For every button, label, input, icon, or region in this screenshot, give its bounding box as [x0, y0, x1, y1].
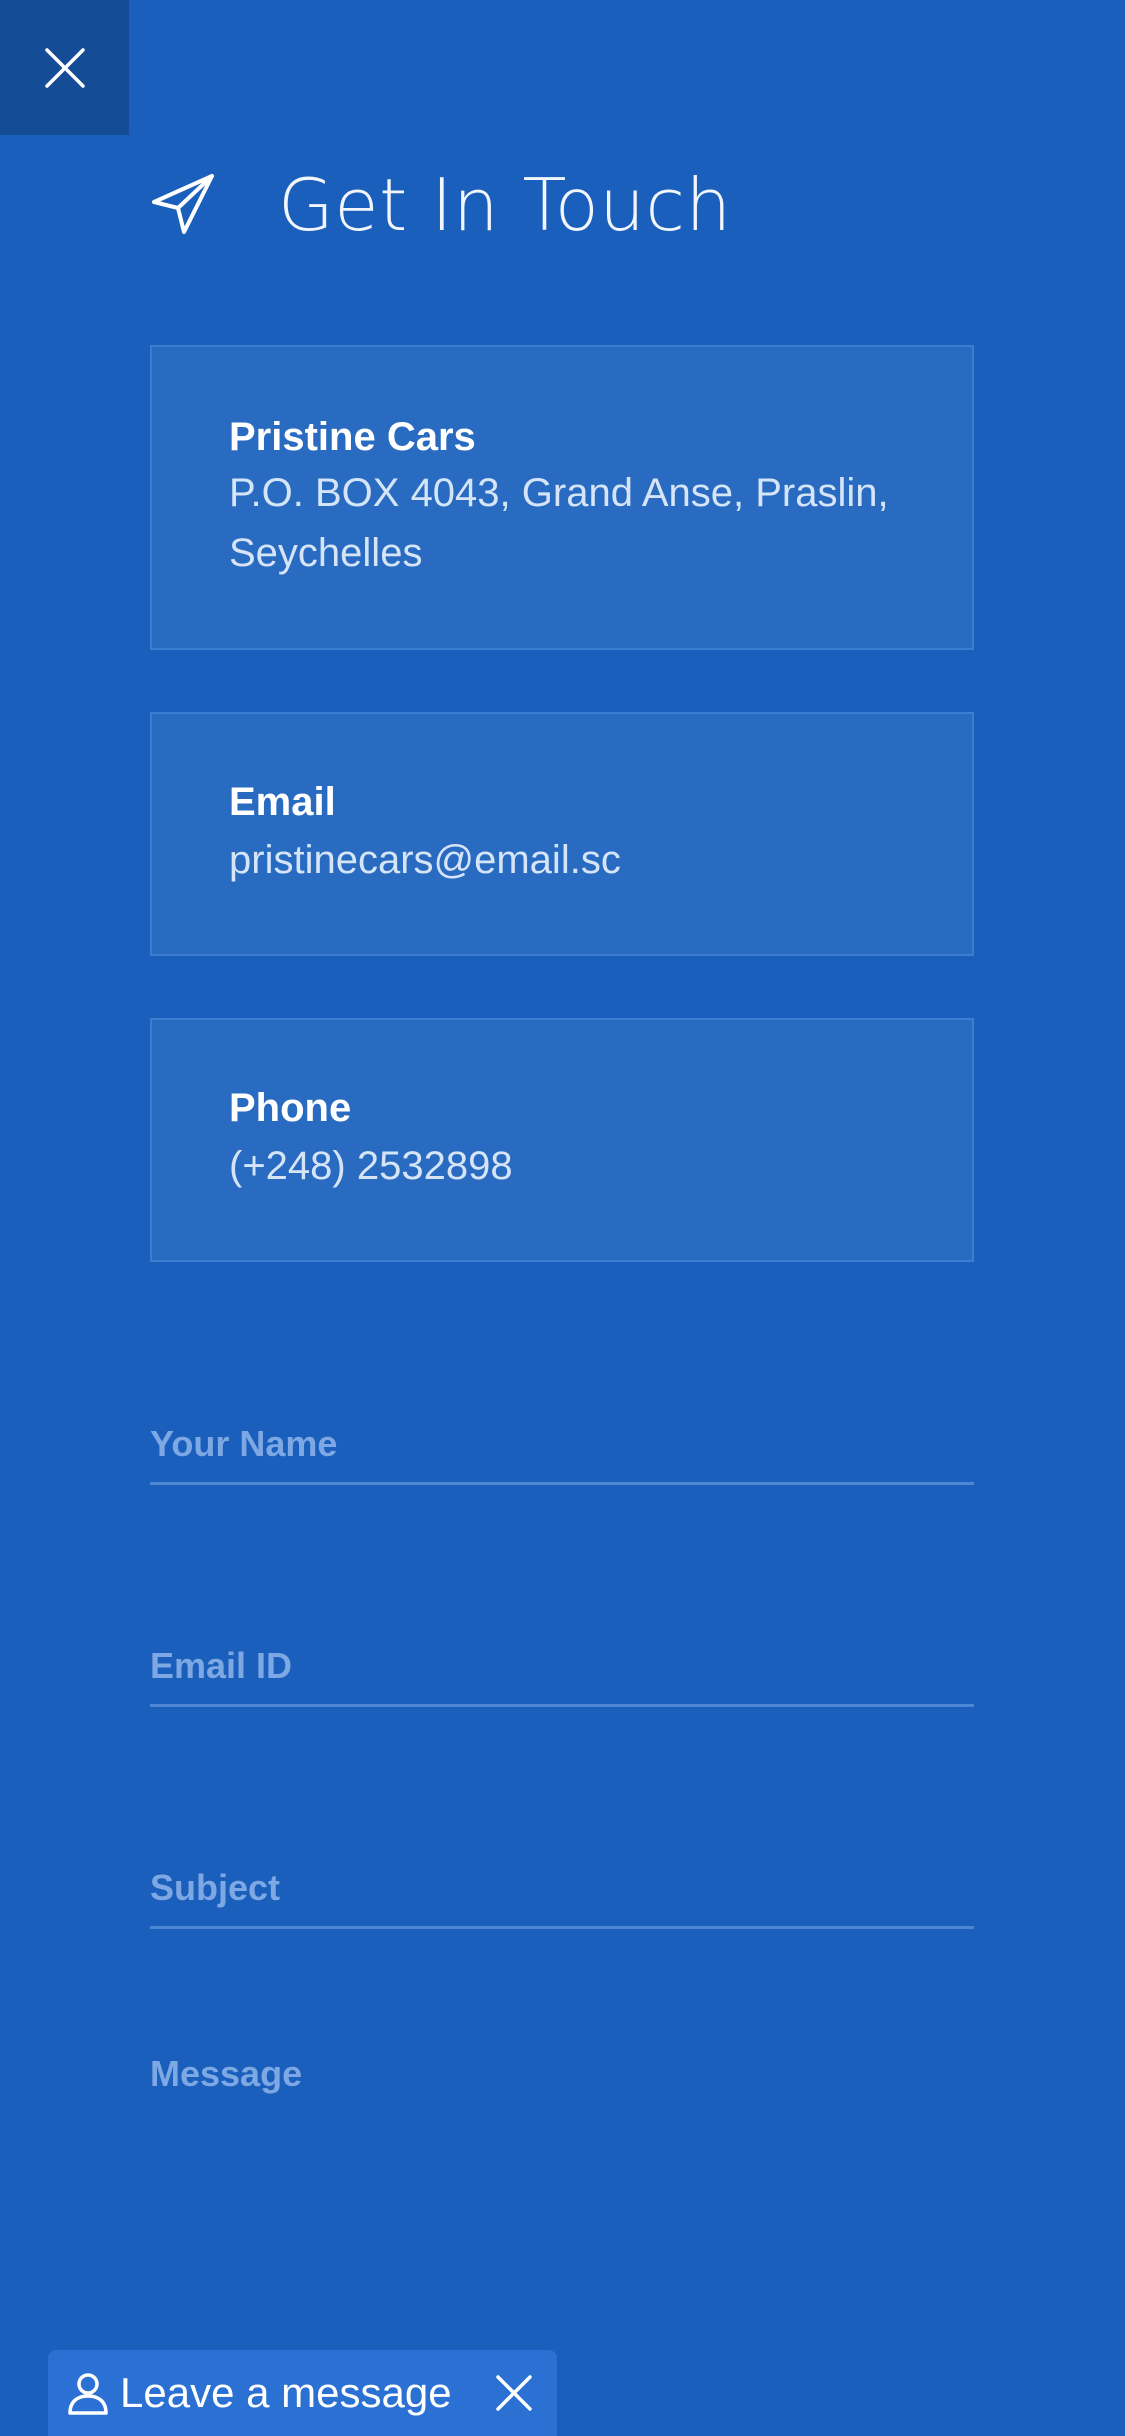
- address-card: Pristine Cars P.O. BOX 4043, Grand Anse,…: [150, 345, 974, 650]
- subject-field-container: [150, 1849, 974, 1929]
- phone-value[interactable]: (+248) 2532898: [229, 1136, 912, 1196]
- close-icon: [496, 2375, 532, 2411]
- name-field-container: [150, 1405, 974, 1485]
- close-icon: [44, 47, 85, 88]
- phone-card: Phone (+248) 2532898: [150, 1018, 974, 1262]
- email-label: Email: [229, 780, 336, 824]
- company-name: Pristine Cars: [229, 415, 476, 459]
- email-card: Email pristinecars@email.sc: [150, 712, 974, 956]
- email-field-container: [150, 1627, 974, 1707]
- email-value[interactable]: pristinecars@email.sc: [229, 830, 912, 890]
- subject-input[interactable]: [150, 1849, 974, 1926]
- leave-message-label: Leave a message: [120, 2369, 452, 2416]
- person-icon: [66, 2371, 110, 2415]
- email-input[interactable]: [150, 1627, 974, 1704]
- page-header: Get In Touch: [150, 160, 732, 250]
- paper-plane-icon: [150, 172, 216, 238]
- phone-label: Phone: [229, 1086, 352, 1130]
- chat-close-button[interactable]: [493, 2372, 535, 2414]
- address-value: P.O. BOX 4043, Grand Anse, Praslin, Seyc…: [229, 471, 889, 575]
- page-title: Get In Touch: [278, 163, 732, 247]
- message-field-container: [150, 2052, 974, 2312]
- message-input[interactable]: [150, 2052, 974, 2312]
- close-button[interactable]: [0, 0, 129, 135]
- leave-message-widget[interactable]: Leave a message: [48, 2350, 557, 2436]
- name-input[interactable]: [150, 1405, 974, 1482]
